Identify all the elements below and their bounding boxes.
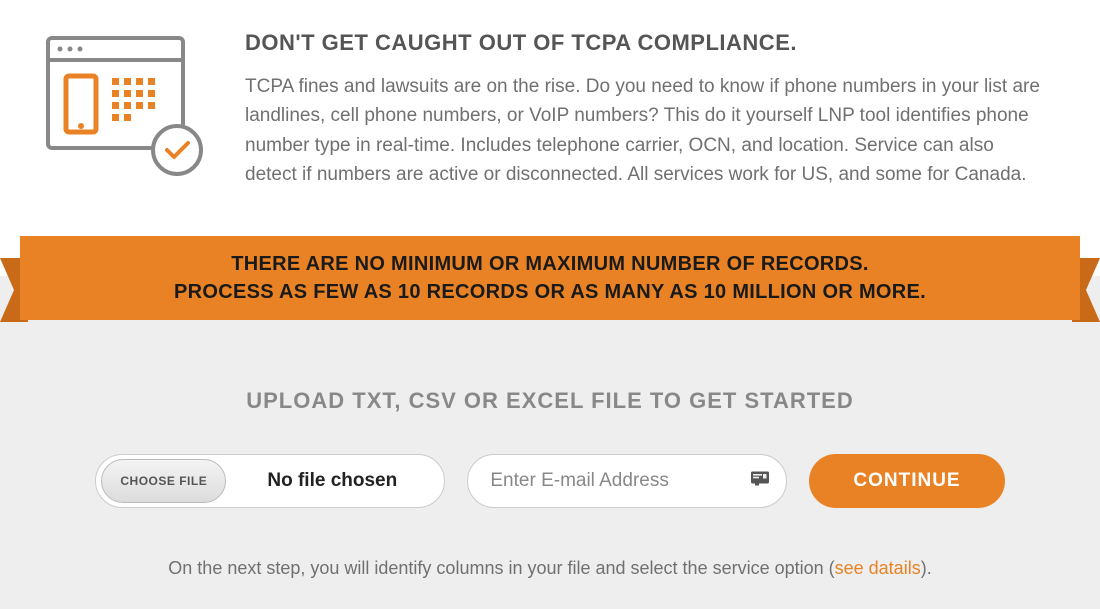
upload-title: UPLOAD TXT, CSV OR EXCEL FILE TO GET STA… <box>60 388 1040 414</box>
hero-title: DON'T GET CAUGHT OUT OF TCPA COMPLIANCE. <box>245 30 1050 56</box>
see-details-link[interactable]: see datails <box>835 558 921 578</box>
email-field[interactable] <box>467 454 787 508</box>
hero-paragraph: TCPA fines and lawsuits are on the rise.… <box>245 72 1050 190</box>
ribbon-line-1: THERE ARE NO MINIMUM OR MAXIMUM NUMBER O… <box>50 250 1050 278</box>
contact-card-icon <box>751 471 769 490</box>
choose-file-button[interactable]: CHOOSE FILE <box>101 459 226 503</box>
ribbon-line-2: PROCESS AS FEW AS 10 RECORDS OR AS MANY … <box>50 278 1050 306</box>
file-picker[interactable]: CHOOSE FILE No file chosen <box>95 454 445 508</box>
file-status-text: No file chosen <box>230 470 444 492</box>
continue-button[interactable]: CONTINUE <box>809 454 1004 508</box>
ribbon-banner: THERE ARE NO MINIMUM OR MAXIMUM NUMBER O… <box>20 236 1080 320</box>
hint-suffix: ). <box>921 558 932 578</box>
upload-hint: On the next step, you will identify colu… <box>60 558 1040 579</box>
upload-controls-row: CHOOSE FILE No file chosen CONTINUE <box>60 454 1040 508</box>
compliance-illustration <box>40 30 205 190</box>
hint-prefix: On the next step, you will identify colu… <box>168 558 834 578</box>
